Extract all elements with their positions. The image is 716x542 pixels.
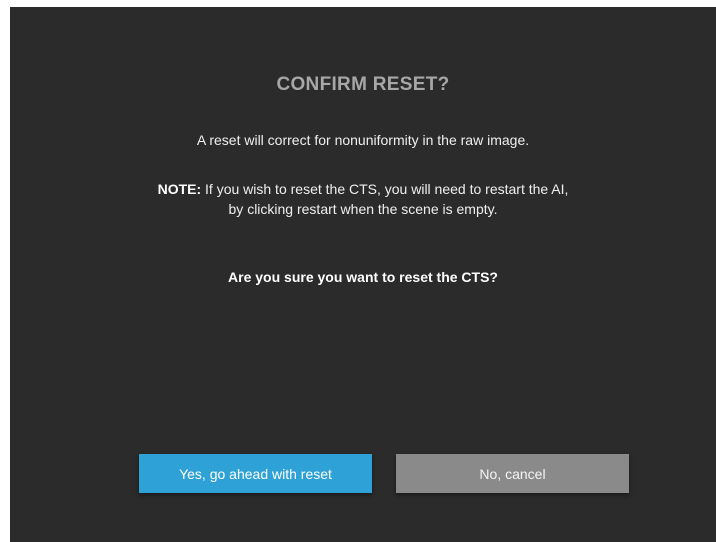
confirm-reset-dialog: CONFIRM RESET? A reset will correct for … <box>10 7 716 542</box>
note-text-1: If you wish to reset the CTS, you will n… <box>201 181 569 197</box>
note-line-1: NOTE: If you wish to reset the CTS, you … <box>10 179 716 199</box>
note-line-2: by clicking restart when the scene is em… <box>228 201 498 217</box>
cancel-button[interactable]: No, cancel <box>396 454 629 493</box>
dialog-note: NOTE: If you wish to reset the CTS, you … <box>10 179 716 219</box>
note-label: NOTE: <box>157 181 202 197</box>
dialog-description: A reset will correct for nonuniformity i… <box>196 132 530 148</box>
confirm-reset-button[interactable]: Yes, go ahead with reset <box>139 454 372 493</box>
dialog-question: Are you sure you want to reset the CTS? <box>228 269 498 285</box>
dialog-title: CONFIRM RESET? <box>276 74 450 95</box>
